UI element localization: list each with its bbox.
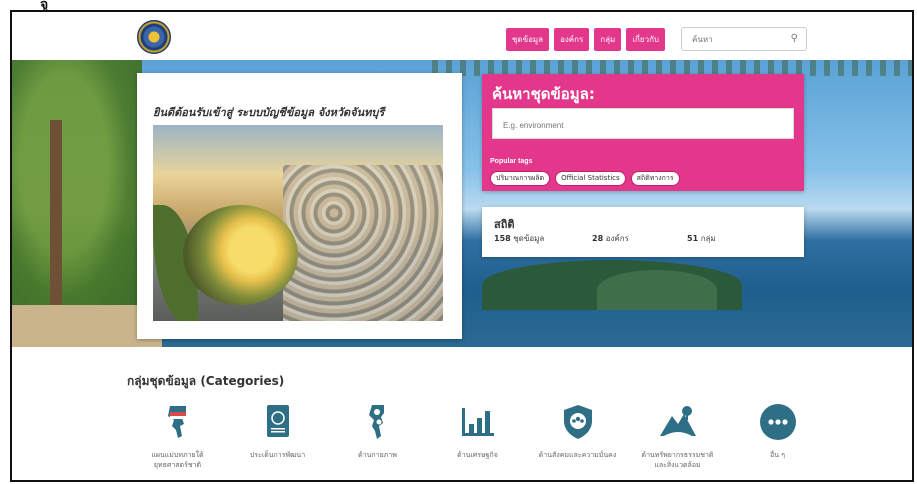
category-label: ด้านเศรษฐกิจ: [457, 451, 498, 459]
dataset-search-card: ค้นหาชุดข้อมูล: Popular tags ปริมาณการผล…: [482, 74, 804, 191]
categories-list: แผนแม่บทภายใต้ ยุทธศาสตร์ชาติ ประเด็นการ…: [130, 402, 810, 480]
site-header: ชุดข้อมูล องค์กร กลุ่ม เกี่ยวกับ ⚲: [12, 12, 912, 60]
stat-organizations[interactable]: 28 องค์กร: [592, 232, 629, 245]
nav-groups[interactable]: กลุ่ม: [594, 28, 622, 51]
tag-production-volume[interactable]: ปริมาณการผลิต: [490, 171, 551, 186]
category-label: แผนแม่บทภายใต้: [151, 451, 204, 459]
document-icon: [258, 402, 298, 442]
stat-organizations-count: 28: [592, 234, 604, 243]
category-label: ด้านกายภาพ: [358, 451, 397, 459]
tag-official-statistics[interactable]: Official Statistics: [555, 171, 626, 186]
popular-tags-label: Popular tags: [490, 158, 533, 165]
popular-tags: ปริมาณการผลิต Official Statistics สถิติท…: [490, 171, 680, 186]
stat-groups-count: 51: [687, 234, 699, 243]
category-label: ด้านสังคมและความมั่นคง: [538, 451, 617, 459]
stat-datasets-count: 158: [494, 234, 511, 243]
category-development-issues[interactable]: ประเด็นการพัฒนา: [230, 402, 325, 460]
category-label-2: และสิ่งแวดล้อม: [654, 461, 701, 469]
header-search: ⚲: [681, 27, 807, 51]
durian-fruit: [183, 205, 298, 305]
stat-datasets-label: ชุดข้อมูล: [513, 234, 545, 243]
island-small: [597, 270, 717, 310]
stat-organizations-label: องค์กร: [605, 234, 629, 243]
category-physical[interactable]: ด้านกายภาพ: [330, 402, 425, 460]
thailand-map-flag-icon: [158, 402, 198, 442]
tag-official-stats-th[interactable]: สถิติทางการ: [630, 171, 680, 186]
welcome-image: [153, 125, 443, 321]
welcome-card: ยินดีต้อนรับเข้าสู่ ระบบบัญชีข้อมูล จังห…: [137, 73, 462, 339]
bar-chart-icon: [458, 402, 498, 442]
category-label-2: ยุทธศาสตร์ชาติ: [153, 461, 202, 469]
waste-pile: [283, 165, 443, 321]
stat-datasets[interactable]: 158 ชุดข้อมูล: [494, 232, 544, 245]
shield-people-icon: [558, 402, 598, 442]
category-label: ประเด็นการพัฒนา: [249, 451, 306, 459]
stat-groups-label: กลุ่ม: [700, 234, 716, 243]
map-gear-icon: [358, 402, 398, 442]
stat-groups[interactable]: 51 กลุ่ม: [687, 232, 716, 245]
tree-foliage: [12, 60, 142, 320]
category-master-plan[interactable]: แผนแม่บทภายใต้ ยุทธศาสตร์ชาติ: [130, 402, 225, 470]
tree-trunk: [50, 120, 62, 330]
dataset-search-box: [492, 108, 794, 139]
category-others[interactable]: อื่น ๆ: [730, 402, 825, 460]
category-natural-resources[interactable]: ด้านทรัพยากรธรรมชาติ และสิ่งแวดล้อม: [630, 402, 725, 470]
more-dots-icon: [758, 402, 798, 442]
welcome-title: ยินดีต้อนรับเข้าสู่ ระบบบัญชีข้อมูล จังห…: [153, 106, 385, 119]
nav-datasets[interactable]: ชุดข้อมูล: [506, 28, 550, 51]
landscape-trees-icon: [658, 402, 698, 442]
main-nav: ชุดข้อมูล องค์กร กลุ่ม เกี่ยวกับ: [506, 28, 665, 51]
search-card-title: ค้นหาชุดข้อมูล:: [492, 85, 595, 103]
category-society-security[interactable]: ด้านสังคมและความมั่นคง: [530, 402, 625, 460]
dataset-search-input[interactable]: [501, 111, 785, 139]
nav-organizations[interactable]: องค์กร: [554, 28, 590, 51]
category-label: ด้านทรัพยากรธรรมชาติ: [641, 451, 714, 459]
header-search-input[interactable]: [690, 28, 790, 50]
category-label: อื่น ๆ: [770, 451, 785, 459]
nav-about[interactable]: เกี่ยวกับ: [626, 28, 665, 51]
province-logo[interactable]: [137, 20, 171, 54]
stats-card: สถิติ 158 ชุดข้อมูล 28 องค์กร 51 กลุ่ม: [482, 207, 804, 257]
categories-heading: กลุ่มชุดข้อมูล (Categories): [127, 374, 285, 388]
browser-frame: ชุดข้อมูล องค์กร กลุ่ม เกี่ยวกับ ⚲ ยินดี…: [10, 10, 914, 482]
category-economy[interactable]: ด้านเศรษฐกิจ: [430, 402, 525, 460]
search-icon[interactable]: ⚲: [791, 33, 798, 44]
stats-title: สถิติ: [494, 218, 515, 231]
